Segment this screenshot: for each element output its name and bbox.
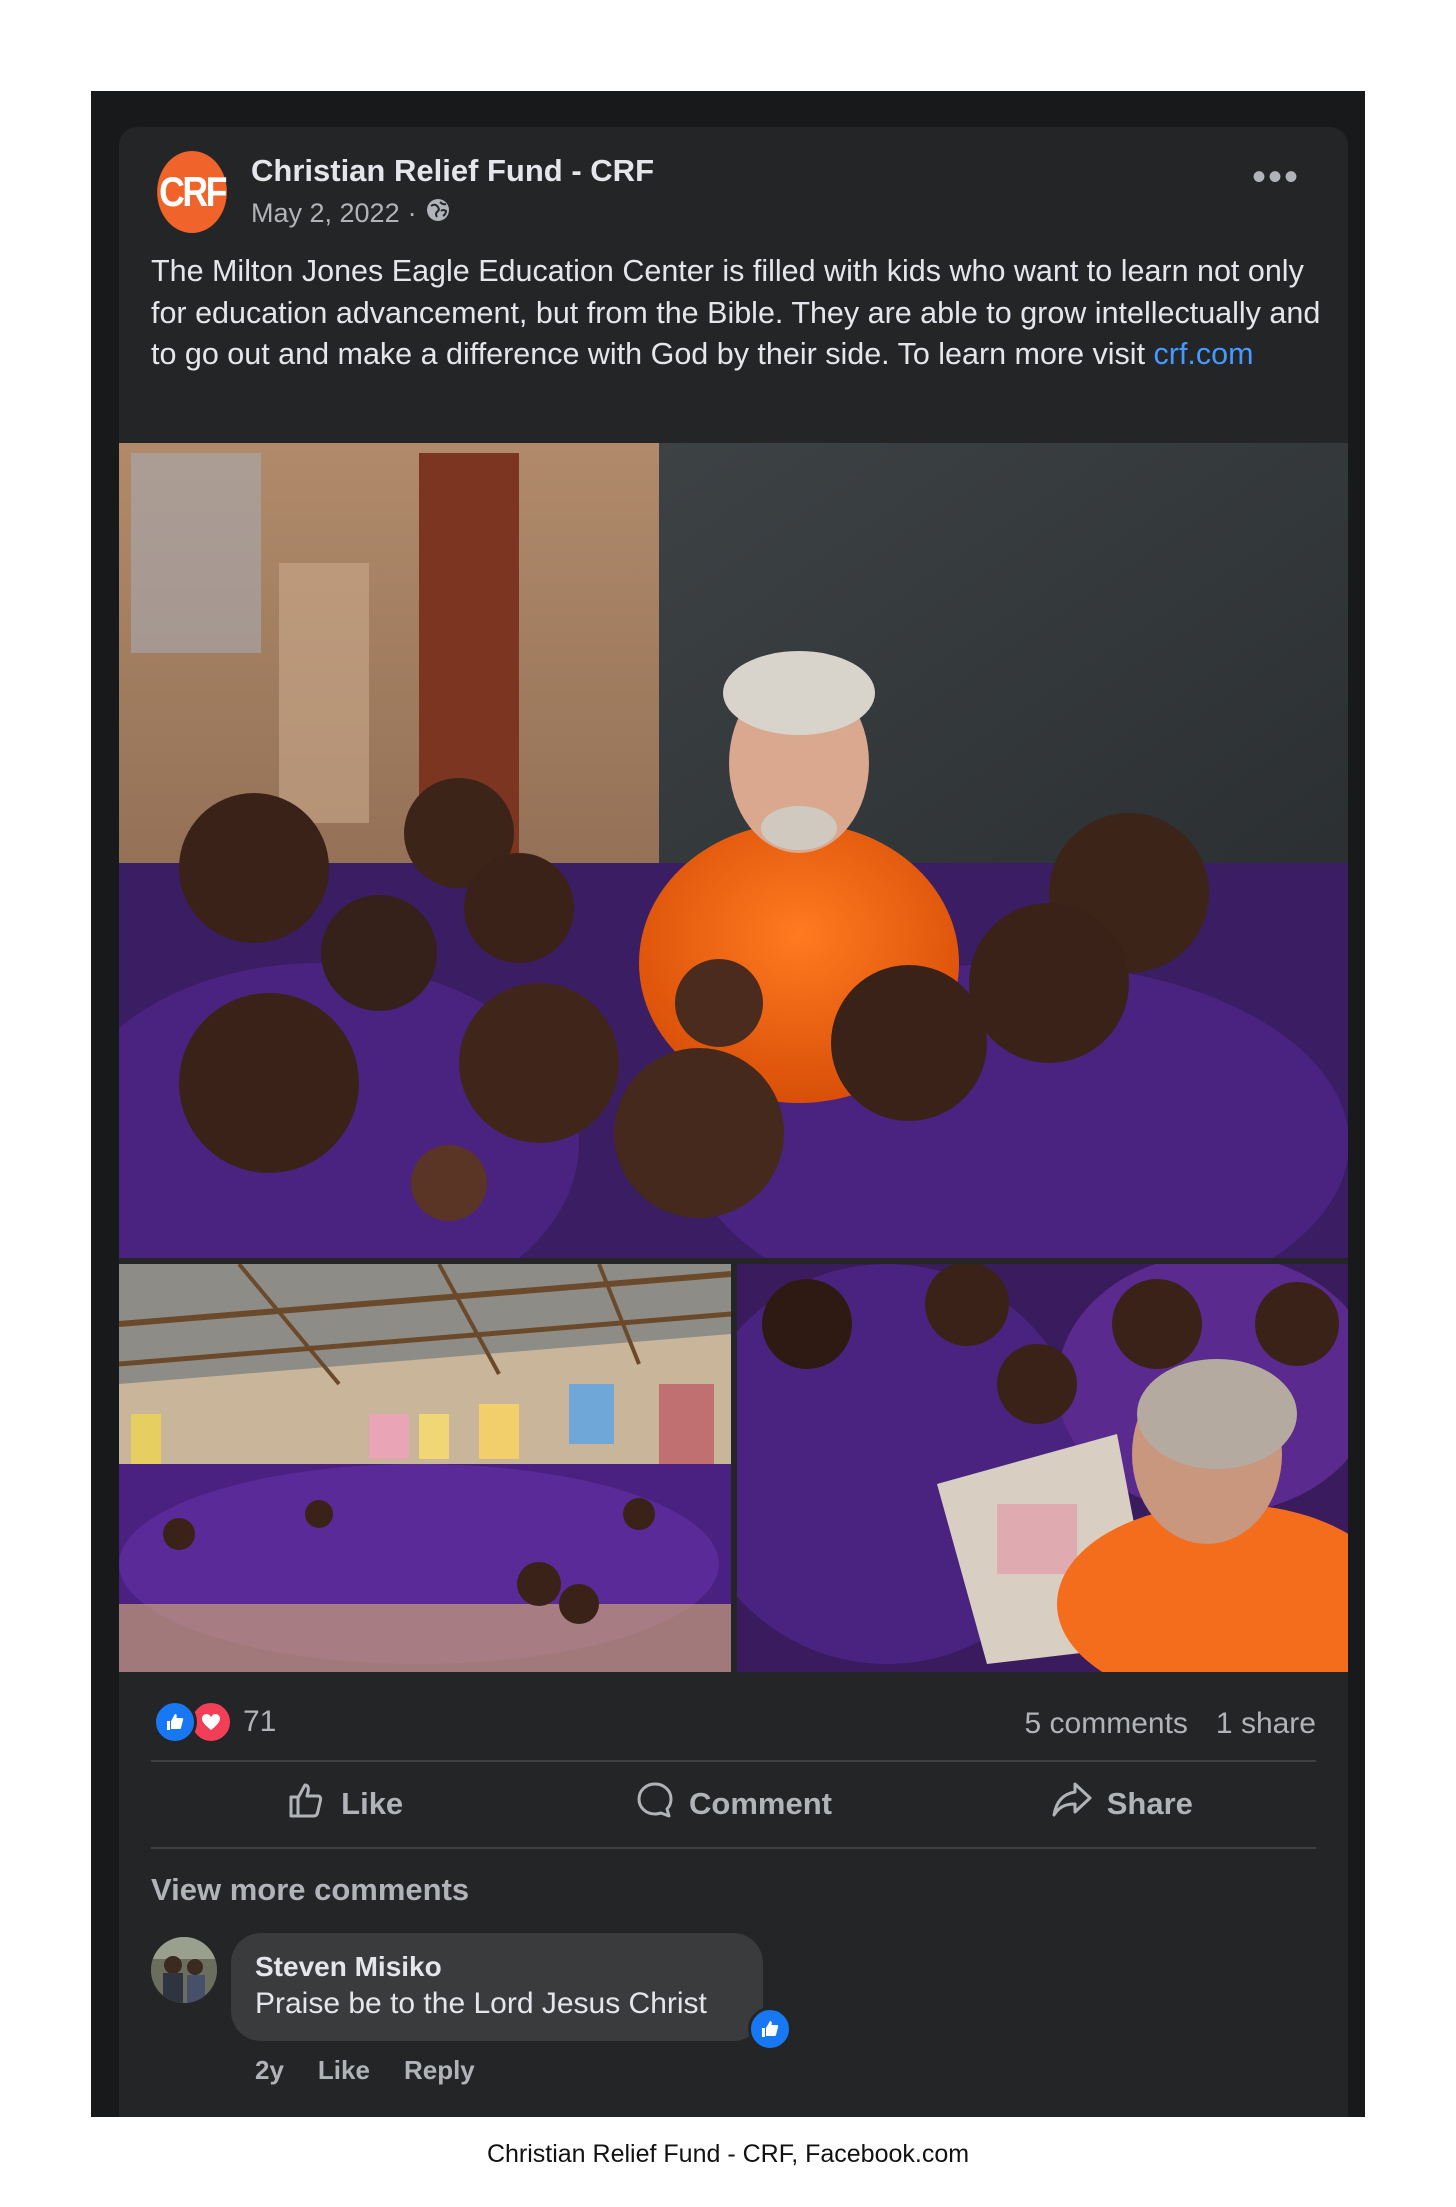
view-more-comments[interactable]: View more comments [151, 1872, 469, 1908]
action-bar: Like Comment Share [151, 1761, 1316, 1847]
comment-label: Comment [689, 1786, 832, 1821]
comment-like-reaction-icon[interactable] [748, 2007, 792, 2051]
like-label: Like [341, 1786, 404, 1821]
post-photo-main[interactable] [119, 443, 1348, 1258]
post-body: The Milton Jones Eagle Education Center … [151, 254, 1321, 371]
post-date[interactable]: May 2, 2022 [251, 198, 400, 229]
share-button[interactable]: Share [928, 1761, 1316, 1847]
page-avatar[interactable]: CRF [157, 151, 227, 233]
page-name[interactable]: Christian Relief Fund - CRF [251, 153, 654, 189]
post-meta: May 2, 2022 · [251, 197, 451, 230]
shares-count[interactable]: 1 share [1216, 1707, 1316, 1741]
post-link[interactable]: crf.com [1154, 337, 1254, 371]
comment-icon [635, 1780, 675, 1828]
comments-count[interactable]: 5 comments [1025, 1707, 1188, 1741]
comment-like-button[interactable]: Like [318, 2055, 370, 2086]
reaction-count: 71 [243, 1705, 277, 1738]
thumbs-up-icon [287, 1780, 327, 1828]
engagement-counts: 5 comments 1 share [1025, 1707, 1316, 1741]
post-photo-classroom[interactable] [119, 1264, 731, 1672]
divider [151, 1847, 1316, 1849]
like-button[interactable]: Like [151, 1761, 539, 1847]
comment-meta: 2y Like Reply [255, 2055, 475, 2086]
reactions-summary[interactable]: 71 [153, 1700, 276, 1744]
share-label: Share [1106, 1786, 1193, 1821]
meta-separator: · [407, 198, 417, 228]
globe-icon [425, 197, 451, 230]
comment-text: Praise be to the Lord Jesus Christ [255, 1987, 707, 2020]
post-photo-reading[interactable] [737, 1264, 1348, 1672]
comment-author[interactable]: Steven Misiko [255, 1951, 442, 1983]
more-options-icon[interactable]: ••• [1252, 157, 1300, 197]
post-text: The Milton Jones Eagle Education Center … [151, 251, 1321, 376]
like-reaction-icon [153, 1700, 197, 1744]
comment-reply-button[interactable]: Reply [404, 2055, 475, 2086]
comment-button[interactable]: Comment [539, 1761, 927, 1847]
facebook-post-card: CRF Christian Relief Fund - CRF May 2, 2… [119, 127, 1348, 2117]
image-caption: Christian Relief Fund - CRF, Facebook.co… [486, 2140, 970, 2168]
comment-bubble: Steven Misiko Praise be to the Lord Jesu… [231, 1933, 763, 2041]
share-icon [1051, 1780, 1093, 1828]
comment-age[interactable]: 2y [255, 2055, 284, 2086]
commenter-avatar[interactable] [151, 1937, 217, 2003]
post-frame: CRF Christian Relief Fund - CRF May 2, 2… [91, 91, 1365, 2117]
